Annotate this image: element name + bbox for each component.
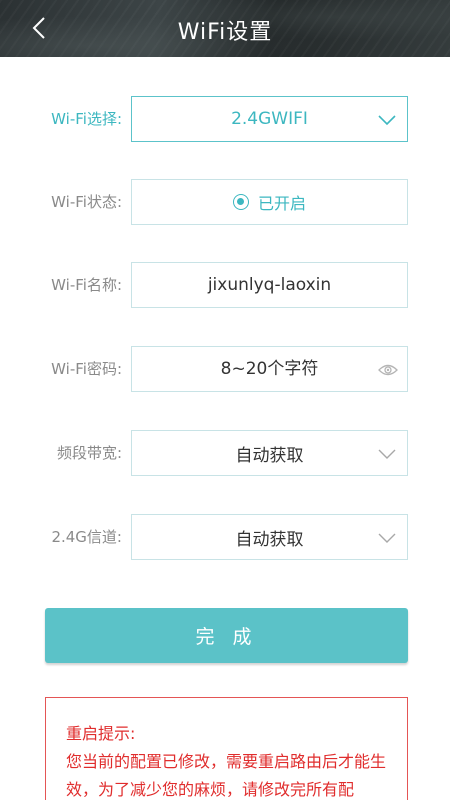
wifi-name-input[interactable] [169, 275, 370, 295]
wifi-status-label: Wi-Fi状态: [51, 193, 122, 211]
wifi-name-label: Wi-Fi名称: [51, 276, 122, 294]
radio-checked-icon [232, 194, 249, 210]
chevron-down-icon [378, 115, 396, 126]
wifi-password-field[interactable] [131, 346, 408, 392]
channel-row: 2.4G信道: 自动获取 [0, 514, 450, 560]
notice-title: 重启提示: [66, 724, 136, 743]
restart-notice: 重启提示: 您当前的配置已修改，需要重启路由后才能生效，为了减少您的麻烦，请修改… [45, 697, 408, 800]
wifi-status-row: Wi-Fi状态: 已开启 [0, 179, 450, 225]
wifi-select-dropdown[interactable]: 2.4GWIFI [131, 96, 408, 142]
wifi-status-value: 已开启 [257, 194, 306, 213]
bandwidth-dropdown[interactable]: 自动获取 [131, 430, 408, 476]
wifi-password-input[interactable] [169, 359, 370, 379]
notice-text: 您当前的配置已修改，需要重启路由后才能生效，为了减少您的麻烦，请修改完所有配 [66, 752, 387, 799]
wifi-status-field[interactable]: 已开启 [131, 179, 408, 225]
wifi-select-row: Wi-Fi选择: 2.4GWIFI [0, 96, 450, 142]
channel-dropdown[interactable]: 自动获取 [131, 514, 408, 560]
wifi-select-label: Wi-Fi选择: [51, 110, 122, 128]
chevron-down-icon [378, 449, 396, 459]
bandwidth-value: 自动获取 [235, 445, 304, 466]
wifi-password-label: Wi-Fi密码: [51, 360, 122, 378]
channel-value: 自动获取 [235, 529, 304, 550]
wifi-status-toggle[interactable]: 已开启 [232, 190, 306, 214]
wifi-password-row: Wi-Fi密码: [0, 346, 450, 392]
wifi-name-row: Wi-Fi名称: [0, 262, 450, 308]
channel-label: 2.4G信道: [51, 528, 122, 546]
bandwidth-row: 频段带宽: 自动获取 [0, 430, 450, 476]
wifi-select-value: 2.4GWIFI [231, 109, 308, 129]
bandwidth-label: 频段带宽: [56, 444, 122, 462]
done-button[interactable]: 完 成 [45, 608, 408, 663]
header-bar: WiFi设置 [0, 0, 450, 57]
chevron-down-icon [378, 533, 396, 543]
wifi-name-field[interactable] [131, 262, 408, 308]
eye-icon[interactable] [378, 361, 398, 379]
page-title: WiFi设置 [177, 20, 273, 45]
